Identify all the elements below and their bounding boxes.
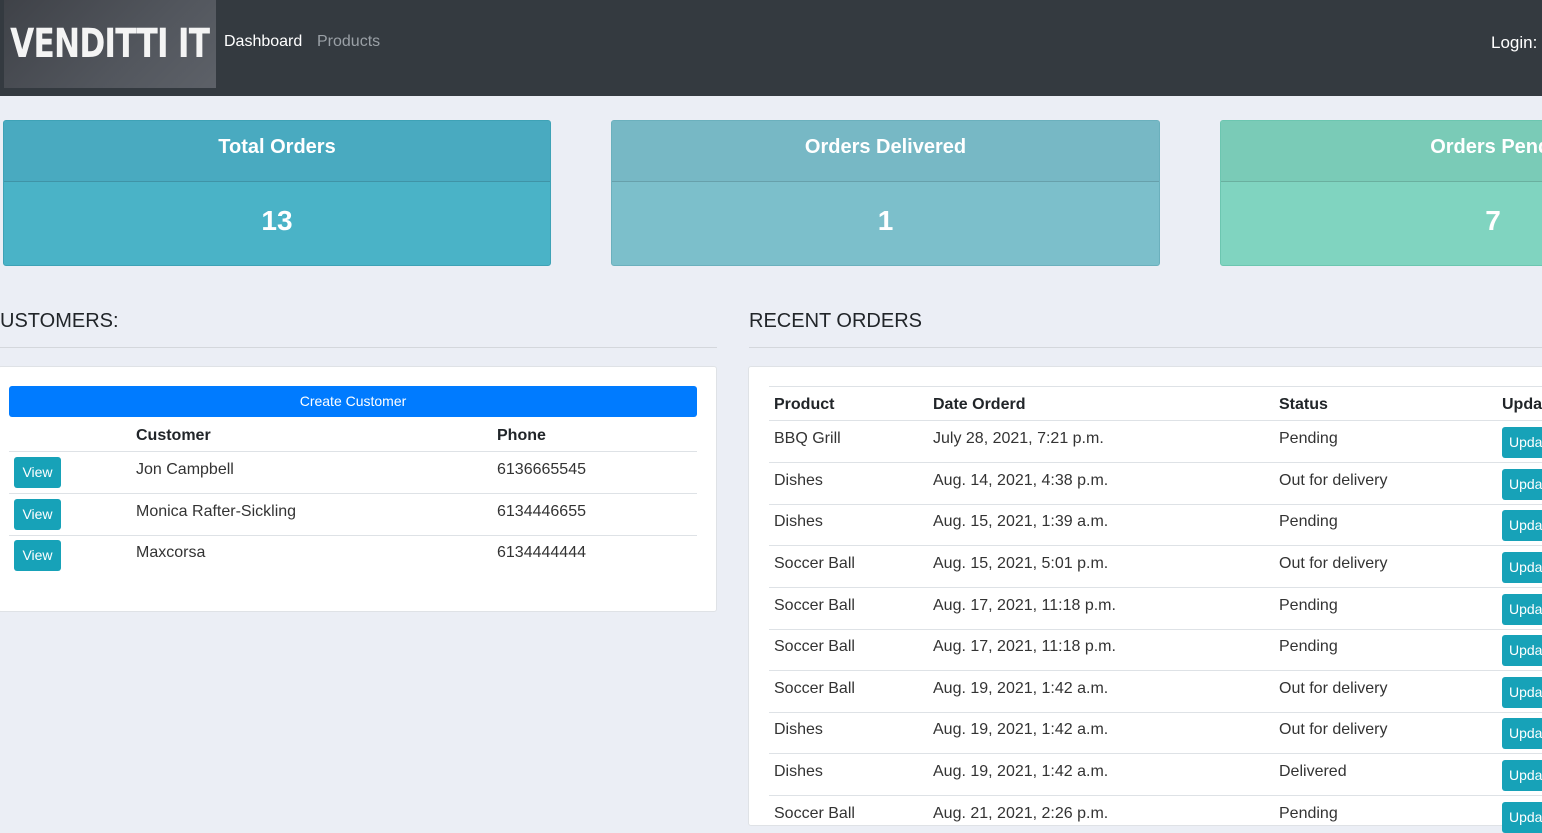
update-order-button[interactable]: Upda [1502, 677, 1542, 708]
order-status: Out for delivery [1279, 472, 1388, 489]
row-divider [769, 462, 1542, 463]
orders-pending-value: 7 [1485, 205, 1501, 236]
order-status: Out for delivery [1279, 721, 1388, 738]
customer-name: Maxcorsa [136, 544, 206, 561]
view-customer-button[interactable]: View [14, 540, 61, 571]
nav-products-link[interactable]: Products [317, 33, 380, 51]
nav-dashboard-link[interactable]: Dashboard [224, 33, 302, 51]
total-orders-title: Total Orders [4, 121, 550, 182]
order-status: Out for delivery [1279, 555, 1388, 572]
order-status: Delivered [1279, 763, 1347, 780]
brand-logo[interactable]: VENDITTI IT [4, 0, 216, 88]
row-divider [769, 670, 1542, 671]
customer-column-header: Customer [136, 427, 211, 444]
row-divider [9, 493, 697, 494]
update-order-button[interactable]: Upda [1502, 469, 1542, 500]
orders-header-divider [769, 420, 1542, 421]
order-date: Aug. 15, 2021, 5:01 p.m. [933, 555, 1109, 572]
orders-delivered-value: 1 [877, 205, 894, 236]
order-status: Pending [1279, 805, 1338, 822]
order-date: July 28, 2021, 7:21 p.m. [933, 430, 1104, 447]
status-column-header: Status [1279, 396, 1328, 413]
customer-phone: 6136665545 [497, 461, 586, 478]
top-navbar: VENDITTI IT Dashboard Products Login: [0, 0, 1542, 96]
order-product: Dishes [774, 763, 823, 780]
order-product: Soccer Ball [774, 805, 855, 822]
order-status: Pending [1279, 430, 1338, 447]
order-product: BBQ Grill [774, 430, 841, 447]
orders-pending-title: Orders Pendi [1430, 136, 1542, 158]
order-date: Aug. 17, 2021, 11:18 p.m. [933, 638, 1116, 655]
order-status: Pending [1279, 513, 1338, 530]
orders-pending-card: Orders Pendi 7 [1220, 120, 1542, 266]
order-product: Dishes [774, 472, 823, 489]
order-date: Aug. 17, 2021, 11:18 p.m. [933, 597, 1116, 614]
row-divider [769, 712, 1542, 713]
orders-top-border [769, 386, 1542, 387]
update-order-button[interactable]: Upda [1502, 594, 1542, 625]
update-order-button[interactable]: Upda [1502, 802, 1542, 833]
order-date: Aug. 19, 2021, 1:42 a.m. [933, 721, 1109, 738]
total-orders-card: Total Orders 13 [3, 120, 551, 266]
update-order-button[interactable]: Upda [1502, 427, 1542, 458]
recent-orders-panel [748, 366, 1542, 826]
login-label[interactable]: Login: [1491, 33, 1537, 53]
row-divider [769, 504, 1542, 505]
update-order-button[interactable]: Upda [1502, 552, 1542, 583]
row-divider [769, 545, 1542, 546]
order-status: Pending [1279, 597, 1338, 614]
order-product: Soccer Ball [774, 555, 855, 572]
total-orders-value: 13 [261, 205, 293, 236]
product-column-header: Product [774, 396, 835, 413]
customers-heading: USTOMERS: [0, 310, 119, 332]
create-customer-button[interactable]: Create Customer [9, 386, 697, 417]
customers-divider [0, 347, 717, 348]
phone-column-header: Phone [497, 427, 546, 444]
update-order-button[interactable]: Upda [1502, 718, 1542, 749]
row-divider [769, 795, 1542, 796]
date-ordered-column-header: Date Orderd [933, 396, 1026, 413]
update-column-header: Upda [1502, 396, 1542, 413]
row-divider [769, 629, 1542, 630]
update-order-button[interactable]: Upda [1502, 635, 1542, 666]
row-divider [769, 587, 1542, 588]
view-customer-button[interactable]: View [14, 499, 61, 530]
update-order-button[interactable]: Upda [1502, 510, 1542, 541]
recent-orders-heading: RECENT ORDERS [749, 310, 922, 332]
row-divider [769, 753, 1542, 754]
order-date: Aug. 19, 2021, 1:42 a.m. [933, 763, 1109, 780]
customer-phone: 6134444444 [497, 544, 586, 561]
orders-delivered-card: Orders Delivered 1 [611, 120, 1160, 266]
orders-divider [749, 347, 1542, 348]
orders-delivered-title: Orders Delivered [612, 121, 1159, 182]
view-customer-button[interactable]: View [14, 457, 61, 488]
order-date: Aug. 21, 2021, 2:26 p.m. [933, 805, 1109, 822]
order-product: Dishes [774, 513, 823, 530]
row-divider [9, 535, 697, 536]
order-date: Aug. 14, 2021, 4:38 p.m. [933, 472, 1109, 489]
customer-name: Monica Rafter-Sickling [136, 503, 297, 520]
order-product: Soccer Ball [774, 597, 855, 614]
order-status: Pending [1279, 638, 1338, 655]
order-product: Soccer Ball [774, 680, 855, 697]
update-order-button[interactable]: Upda [1502, 760, 1542, 791]
order-date: Aug. 15, 2021, 1:39 a.m. [933, 513, 1109, 530]
customer-phone: 6134446655 [497, 503, 586, 520]
order-date: Aug. 19, 2021, 1:42 a.m. [933, 680, 1109, 697]
order-product: Dishes [774, 721, 823, 738]
customer-header-divider [9, 451, 697, 452]
order-product: Soccer Ball [774, 638, 855, 655]
order-status: Out for delivery [1279, 680, 1388, 697]
brand-name: VENDITTI IT [10, 21, 210, 67]
customer-name: Jon Campbell [136, 461, 234, 478]
